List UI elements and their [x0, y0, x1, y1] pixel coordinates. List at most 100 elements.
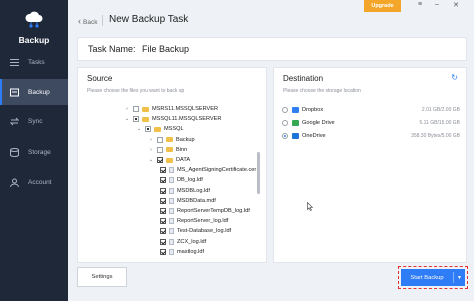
folder-icon: [142, 116, 149, 122]
tree-folder-row[interactable]: ⌄ MSSQL11.MSSQLSERVER: [124, 114, 221, 124]
destination-size: 358.30 Bytes/5.00 GB: [411, 133, 460, 139]
sidebar-item-label: Account: [28, 178, 52, 186]
tree-item-label: ReportServerTempDB_log.ldf: [177, 208, 250, 214]
tree-file-row[interactable]: MS_AgentSigningCertificate.cer: [160, 165, 256, 175]
tree-file-row[interactable]: DB_log.ldf: [160, 175, 203, 185]
chevron-down-icon[interactable]: ⌄: [136, 126, 142, 132]
source-hint: Please choose the files you want to back…: [87, 88, 185, 94]
chevron-right-icon[interactable]: ›: [124, 106, 130, 112]
tree-file-row[interactable]: ZCX_log.ldf: [160, 237, 206, 247]
tree-file-row[interactable]: MSDBLog.ldf: [160, 186, 210, 196]
tree-checkbox[interactable]: [160, 167, 166, 174]
tree-checkbox[interactable]: [160, 248, 166, 255]
destination-size: 5.11 GB/15.00 GB: [419, 120, 461, 126]
destination-item[interactable]: Dropbox 2.01 GB/2.00 GB: [282, 105, 460, 115]
task-name-label: Task Name:: [88, 44, 136, 54]
tree-item-label: MS_AgentSigningCertificate.cer: [177, 167, 257, 174]
tree-folder-row[interactable]: ⌄ DATA: [148, 155, 190, 165]
task-name-input[interactable]: File Backup: [142, 44, 189, 54]
sidebar-item-tasks[interactable]: Tasks: [0, 49, 68, 75]
source-scrollbar[interactable]: [257, 152, 260, 194]
tree-item-label: ReportServer_log.ldf: [177, 218, 229, 225]
tree-folder-row[interactable]: ⌄ MSSQL: [136, 124, 184, 134]
source-panel: Source Please choose the files you want …: [77, 67, 267, 263]
tree-checkbox[interactable]: [160, 238, 166, 245]
destination-item[interactable]: Google Drive 5.11 GB/15.00 GB: [282, 118, 460, 128]
tree-checkbox[interactable]: [133, 106, 139, 112]
file-icon: [169, 197, 174, 204]
tree-checkbox[interactable]: [160, 177, 166, 184]
destination-hint: Please choose the storage location: [283, 88, 361, 94]
header-divider: [102, 15, 103, 26]
tree-item-label: MSSQL: [164, 126, 184, 133]
start-backup-button[interactable]: Start Backup ▼: [401, 269, 465, 286]
tree-checkbox[interactable]: [160, 208, 166, 214]
sidebar-item-storage[interactable]: Storage: [0, 139, 68, 165]
sidebar-item-label: Tasks: [28, 58, 45, 66]
tree-checkbox[interactable]: [160, 197, 166, 204]
tree-file-row[interactable]: Test-Database_log.ldf: [160, 226, 231, 236]
upgrade-button[interactable]: Upgrade: [364, 0, 401, 12]
tree-checkbox[interactable]: [145, 126, 151, 133]
tree-folder-row[interactable]: › Binn: [148, 145, 187, 155]
refresh-icon[interactable]: ↻: [451, 73, 458, 82]
sidebar-item-label: Storage: [28, 148, 51, 156]
tree-folder-row[interactable]: › Backup: [148, 135, 195, 145]
file-icon: [169, 248, 174, 255]
minimize-icon[interactable]: –: [432, 1, 442, 8]
sidebar-item-account[interactable]: Account: [0, 169, 68, 195]
backup-icon: [10, 88, 19, 97]
tree-checkbox[interactable]: [157, 146, 163, 153]
destination-label: OneDrive: [302, 133, 326, 139]
file-icon: [169, 167, 174, 174]
file-icon: [169, 177, 174, 184]
file-icon: [169, 187, 174, 194]
dropbox-icon: [292, 107, 299, 113]
settings-button[interactable]: Settings: [77, 267, 127, 287]
close-icon[interactable]: ✕: [451, 1, 461, 9]
tree-checkbox[interactable]: [157, 136, 163, 143]
storage-icon: [10, 147, 19, 157]
tree-checkbox[interactable]: [160, 218, 166, 225]
tree-item-label: Binn: [176, 146, 188, 153]
tree-file-row[interactable]: ReportServerTempDB_log.ldf: [160, 206, 250, 216]
back-button[interactable]: ‹ Back: [78, 16, 97, 26]
app-logo: Backup: [0, 4, 68, 48]
chevron-right-icon[interactable]: ›: [148, 147, 154, 153]
chevron-down-icon[interactable]: ⌄: [124, 116, 130, 122]
folder-icon: [166, 157, 173, 163]
cloud-logo-icon: [25, 11, 43, 28]
tree-item-label: MSDBLog.ldf: [177, 187, 210, 194]
tree-checkbox[interactable]: [160, 187, 166, 194]
start-backup-label: Start Backup: [410, 274, 444, 281]
list-icon: [10, 58, 19, 67]
destination-radio[interactable]: [282, 133, 288, 139]
account-icon: [10, 178, 19, 187]
destination-radio[interactable]: [282, 120, 288, 126]
sidebar-item-sync[interactable]: Sync: [0, 108, 68, 134]
tree-file-row[interactable]: MSDBData.mdf: [160, 196, 216, 206]
menu-icon[interactable]: ≡: [415, 1, 425, 8]
sidebar-item-label: Backup: [28, 88, 50, 96]
tree-item-label: MSSQL11.MSSQLSERVER: [152, 116, 222, 123]
chevron-right-icon[interactable]: ›: [148, 137, 154, 143]
file-icon: [169, 218, 174, 225]
tree-file-row[interactable]: ReportServer_log.ldf: [160, 216, 228, 226]
google-drive-icon: [292, 120, 299, 126]
tree-folder-row[interactable]: › MSRS11.MSSQLSERVER: [124, 104, 218, 114]
settings-label: Settings: [91, 274, 113, 280]
destination-item[interactable]: OneDrive 358.30 Bytes/5.00 GB: [282, 131, 460, 141]
tree-item-label: DATA: [176, 157, 191, 163]
tree-checkbox[interactable]: [133, 116, 139, 123]
tree-checkbox[interactable]: [160, 228, 166, 235]
chevron-down-icon[interactable]: ⌄: [148, 157, 154, 163]
tree-checkbox[interactable]: [157, 157, 163, 163]
tree-item-label: DB_log.ldf: [177, 177, 203, 184]
tree-item-label: MSRS11.MSSQLSERVER: [152, 106, 219, 112]
tree-file-row[interactable]: mastlog.ldf: [160, 247, 204, 257]
sync-icon: [9, 117, 20, 126]
mouse-cursor-icon: [307, 198, 314, 216]
destination-radio[interactable]: [282, 107, 288, 113]
chevron-down-icon[interactable]: ▼: [454, 275, 465, 281]
sidebar-item-backup[interactable]: Backup: [0, 79, 68, 105]
